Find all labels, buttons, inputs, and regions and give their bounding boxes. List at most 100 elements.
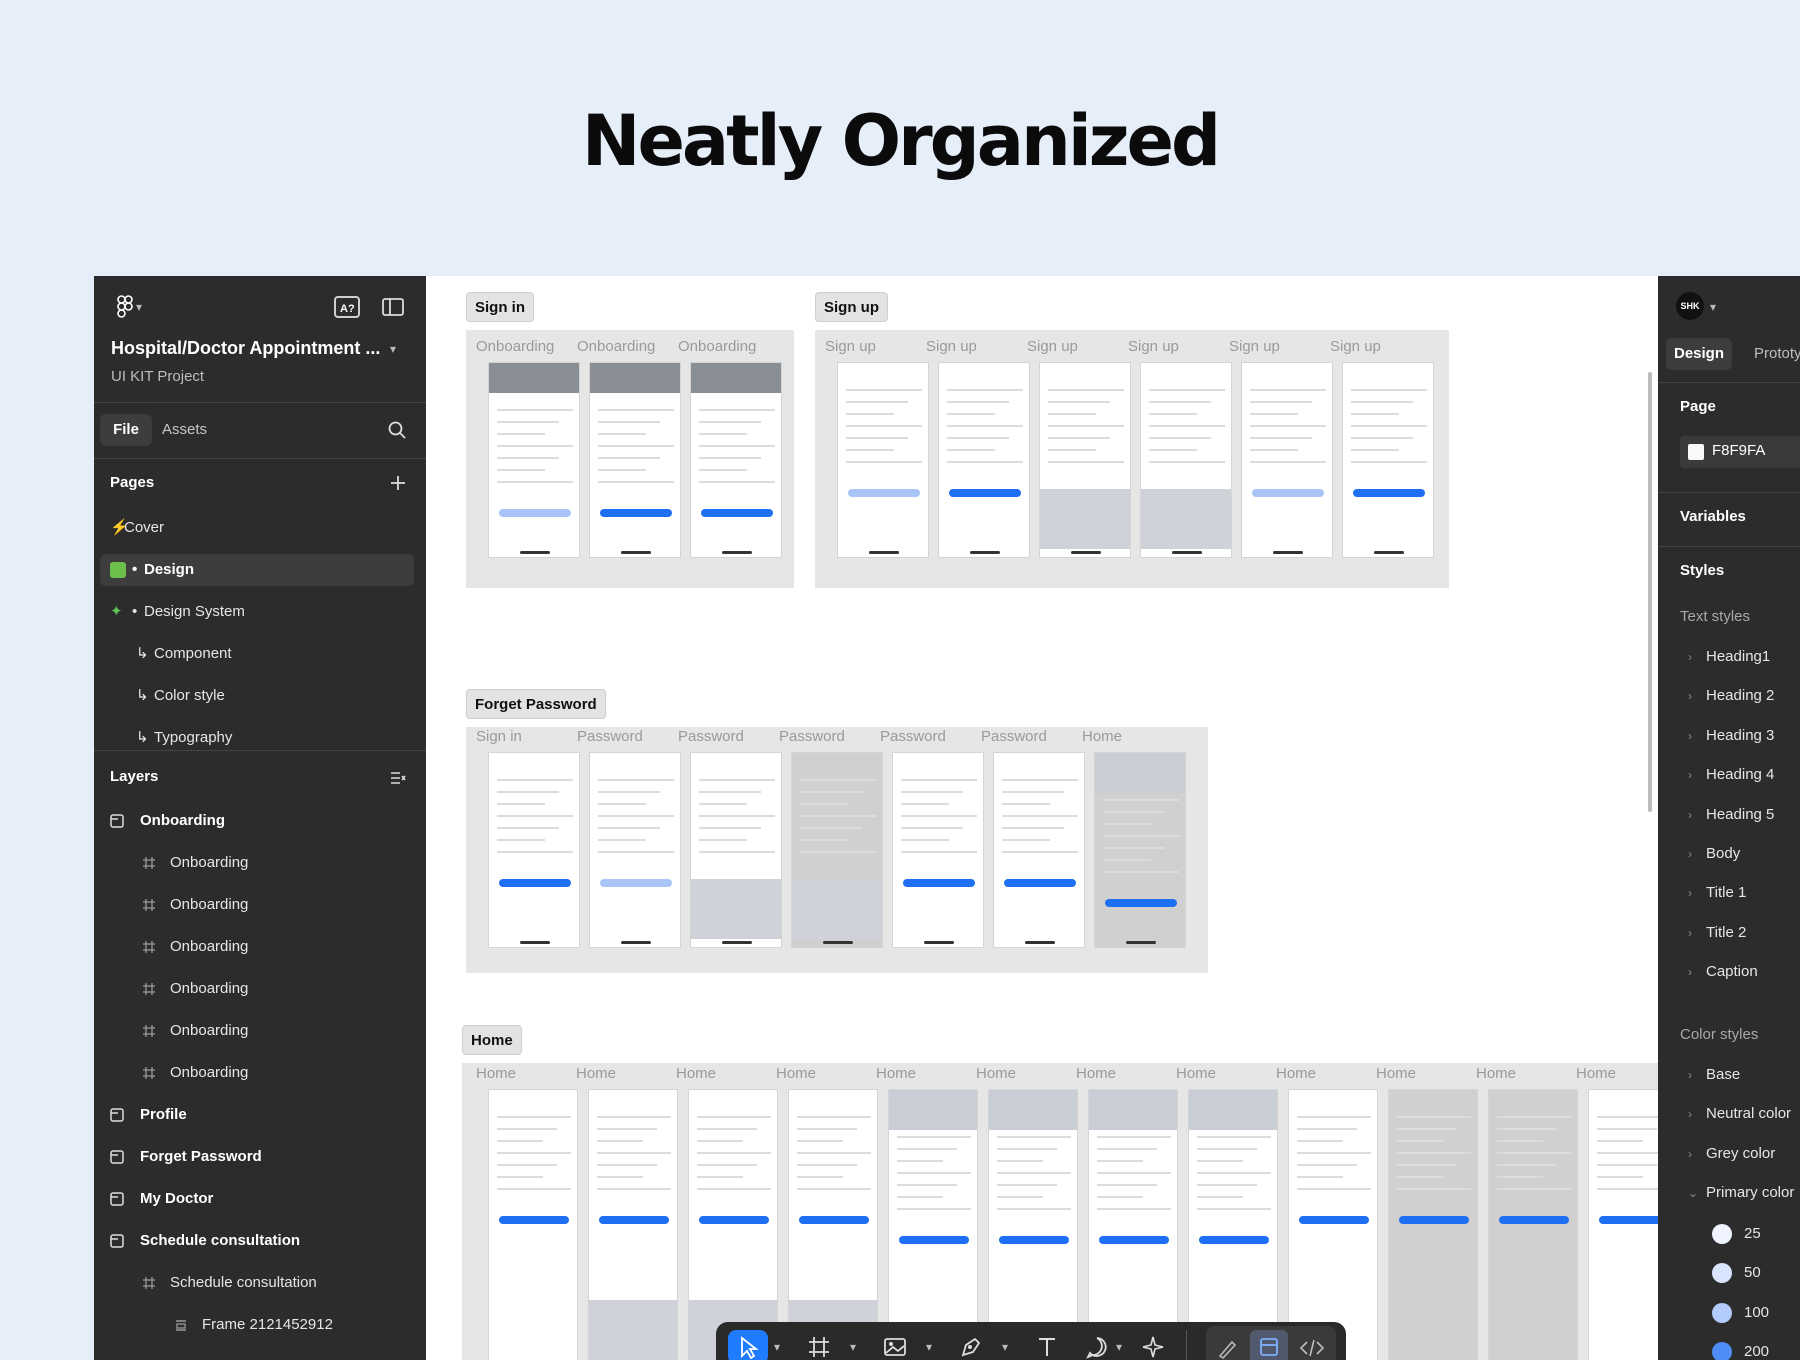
frame-label[interactable]: Password [981,728,1047,745]
shade-label[interactable]: 200 [1744,1343,1769,1360]
section-label-forget-password[interactable]: Forget Password [466,689,606,719]
color-swatch[interactable] [1712,1302,1732,1323]
phone-frame[interactable] [788,1089,878,1360]
chevron-down-icon[interactable]: ▾ [1116,1340,1122,1354]
frame-label[interactable]: Sign up [1330,338,1381,355]
chevron-down-icon[interactable]: ▾ [1002,1340,1008,1354]
phone-frame[interactable] [837,362,929,558]
phone-frame[interactable] [888,1089,978,1360]
frame-label[interactable]: Password [678,728,744,745]
frame-label[interactable]: Onboarding [678,338,756,355]
frame-label[interactable]: Sign up [1229,338,1280,355]
frame-label[interactable]: Home [776,1065,816,1082]
phone-frame[interactable] [1094,752,1186,948]
project-name[interactable]: Hospital/Doctor Appointment ... [111,338,380,359]
canvas-scrollbar[interactable] [1648,372,1652,812]
frame-label[interactable]: Home [876,1065,916,1082]
sidebar-toggle-icon[interactable] [382,297,404,317]
frame-label[interactable]: Password [880,728,946,745]
text-style-item[interactable]: › Caption [1688,963,1758,980]
page-color-field[interactable]: F8F9FA [1680,436,1800,468]
frame-label[interactable]: Onboarding [577,338,655,355]
phone-frame[interactable] [1241,362,1333,558]
phone-frame[interactable] [690,362,782,558]
frame-label[interactable]: Sign up [1128,338,1179,355]
page-item-component[interactable]: ↳ Component [100,638,414,670]
phone-frame[interactable] [588,1089,678,1360]
color-style-item[interactable]: › Base [1688,1066,1740,1083]
pen-tool-icon[interactable] [958,1334,984,1360]
frame-label[interactable]: Home [576,1065,616,1082]
frame-label[interactable]: Home [676,1065,716,1082]
phone-frame[interactable] [488,1089,578,1360]
add-page-icon[interactable] [390,475,406,491]
page-color-value[interactable]: F8F9FA [1712,442,1765,459]
page-item-design[interactable]: • Design [100,554,414,586]
shade-label[interactable]: 50 [1744,1264,1761,1281]
ai-icon[interactable]: A? [334,296,360,318]
text-style-item[interactable]: › Heading 2 [1688,687,1774,704]
text-style-item[interactable]: › Heading 4 [1688,766,1774,783]
design-canvas[interactable]: Sign in Onboarding Onboarding Onboarding S… [426,276,1658,1360]
page-item-cover[interactable]: ⚡ Cover [100,512,414,544]
phone-frame[interactable] [1140,362,1232,558]
text-style-item[interactable]: › Heading 5 [1688,806,1774,823]
dev-design-mode-button[interactable] [1250,1330,1288,1360]
phone-frame[interactable] [589,362,681,558]
text-style-item[interactable]: › Body [1688,845,1740,862]
phone-frame[interactable] [1488,1089,1578,1360]
text-style-item[interactable]: › Heading1 [1688,648,1770,665]
shade-label[interactable]: 25 [1744,1225,1761,1242]
frame-label[interactable]: Home [1276,1065,1316,1082]
variables-title[interactable]: Variables [1680,508,1746,525]
phone-frame[interactable] [988,1089,1078,1360]
shade-label[interactable]: 100 [1744,1304,1769,1321]
chevron-down-icon[interactable]: ▾ [850,1340,856,1354]
section-label-sign-in[interactable]: Sign in [466,292,534,322]
phone-frame[interactable] [1088,1089,1178,1360]
move-tool-button[interactable] [728,1330,768,1360]
chevron-down-icon[interactable]: ▾ [926,1340,932,1354]
frame-label[interactable]: Password [577,728,643,745]
tab-file[interactable]: File [100,414,152,446]
phone-frame[interactable] [993,752,1085,948]
frame-label[interactable]: Sign up [1027,338,1078,355]
phone-frame[interactable] [1288,1089,1378,1360]
text-style-item[interactable]: › Heading 3 [1688,727,1774,744]
chevron-down-icon[interactable]: ▾ [774,1340,780,1354]
phone-frame[interactable] [688,1089,778,1360]
image-tool-icon[interactable] [882,1334,908,1360]
color-swatch[interactable] [1712,1342,1732,1360]
color-style-item[interactable]: › Grey color [1688,1145,1775,1162]
phone-frame[interactable] [488,362,580,558]
comment-tool-icon[interactable] [1084,1334,1110,1360]
color-swatch[interactable] [1712,1263,1732,1284]
frame-label[interactable]: Home [1082,728,1122,745]
tab-prototype[interactable]: Prototy [1754,338,1800,370]
color-swatch[interactable] [1712,1224,1732,1244]
text-tool-icon[interactable] [1034,1334,1060,1360]
color-style-item[interactable]: › Neutral color [1688,1105,1791,1122]
frame-label[interactable]: Home [976,1065,1016,1082]
tab-assets[interactable]: Assets [162,414,207,446]
phone-frame[interactable] [690,752,782,948]
frame-label[interactable]: Home [1576,1065,1616,1082]
section-label-sign-up[interactable]: Sign up [815,292,888,322]
actions-tool-icon[interactable] [1140,1334,1166,1360]
frame-label[interactable]: Home [1176,1065,1216,1082]
frame-label[interactable]: Home [1476,1065,1516,1082]
frame-label[interactable]: Onboarding [476,338,554,355]
frame-label[interactable]: Home [1076,1065,1116,1082]
frame-label[interactable]: Password [779,728,845,745]
phone-frame[interactable] [938,362,1030,558]
color-style-item[interactable]: ⌄ Primary color [1688,1184,1794,1201]
phone-frame[interactable] [1342,362,1434,558]
text-style-item[interactable]: › Title 1 [1688,884,1746,901]
search-icon[interactable] [388,421,406,439]
frame-label[interactable]: Sign up [825,338,876,355]
chevron-down-icon[interactable]: ▾ [390,342,396,356]
chevron-down-icon[interactable]: ▾ [136,300,142,314]
draw-mode-icon[interactable] [1216,1336,1240,1360]
phone-frame[interactable] [1039,362,1131,558]
avatar[interactable]: SHK [1676,292,1704,320]
